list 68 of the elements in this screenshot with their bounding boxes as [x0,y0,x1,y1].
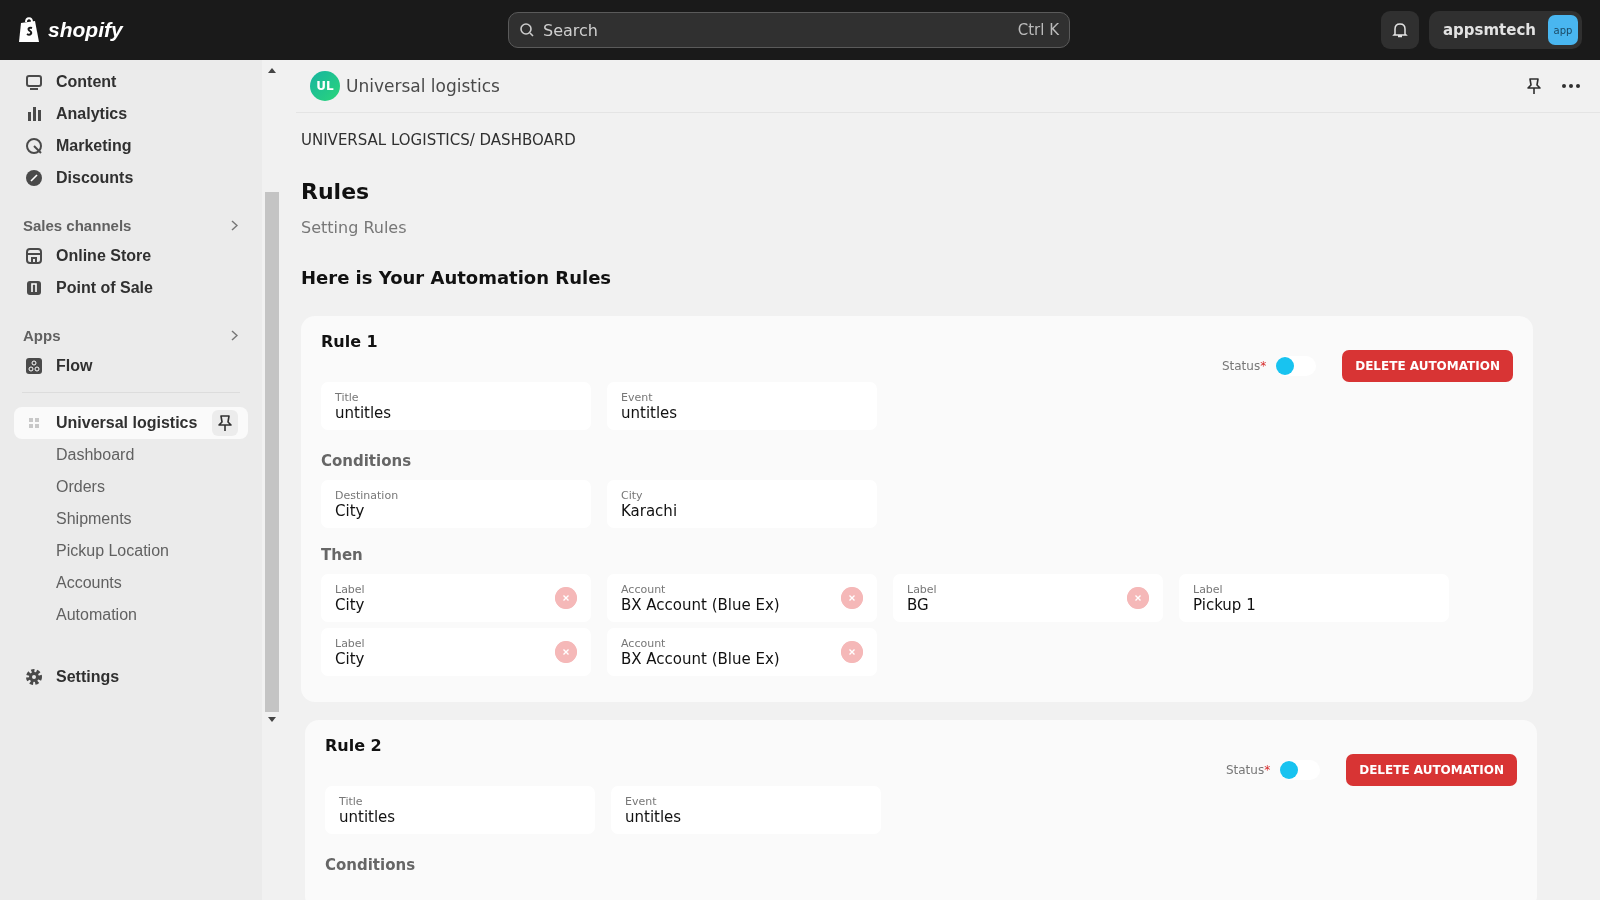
sidebar-subitem[interactable]: Shipments [14,503,248,535]
input-field[interactable]: City Karachi [607,480,877,528]
sidebar-item[interactable]: Content [14,66,248,98]
input-field[interactable]: Account BX Account (Blue Ex) [607,574,877,622]
section-heading: Sales channels [23,216,132,234]
chevron-icon[interactable] [231,219,238,231]
scroll-up-icon[interactable] [267,66,277,74]
shortcut-hint: Ctrl K [1017,21,1059,39]
status-toggle[interactable] [1280,760,1321,780]
pin-icon[interactable] [1526,77,1542,95]
app-title: Universal logistics [346,76,500,96]
status-label: Status* [1221,359,1267,373]
sidebar-item[interactable]: Discounts [14,162,248,194]
search-bar[interactable]: Search Ctrl K [508,12,1070,48]
section-heading: Apps [23,326,61,344]
rule-title: Rule 1 [321,332,378,351]
group-heading: Conditions [325,856,417,874]
pin-icon[interactable] [217,414,233,432]
sidebar-item[interactable]: Point of Sale [14,272,248,304]
group-heading: Conditions [321,452,413,470]
app-name: Universal logistics [56,414,198,432]
notifications-button[interactable] [1380,11,1419,49]
section-title: Here is Your Automation Rules [301,267,613,288]
input-field[interactable]: Label City [321,628,591,676]
input-field[interactable]: Event untitles [611,786,881,834]
bell-icon [1390,21,1409,39]
input-field[interactable]: Event untitles [607,382,877,430]
status-toggle[interactable] [1276,356,1317,376]
app-avatar: UL [310,71,340,101]
sidebar-subitem[interactable]: Accounts [14,567,248,599]
sidebar-subitem[interactable]: Orders [14,471,248,503]
search-field[interactable]: Search [543,20,1010,40]
scroll-down-icon[interactable] [267,716,277,724]
sidebar-item[interactable]: Flow [14,350,248,382]
status-label: Status* [1225,763,1271,777]
input-field[interactable]: Label BG [893,574,1163,622]
logo-text: shopify [48,18,123,42]
input-field[interactable]: Title untitles [321,382,591,430]
settings-icon [24,667,44,687]
sidebar-subitem[interactable]: Dashboard [14,439,248,471]
sidebar-subitem[interactable]: Pickup Location [14,535,248,567]
input-field[interactable]: Label City [321,574,591,622]
group-heading: Then [321,546,364,564]
monitor-icon [24,72,44,92]
delete-automation-button[interactable]: DELETE AUTOMATION [1342,350,1513,382]
delete-automation-button[interactable]: DELETE AUTOMATION [1346,754,1517,786]
sidebar-item[interactable]: Analytics [14,98,248,130]
breadcrumb: UNIVERSAL LOGISTICS/ DASHBOARD [301,131,577,149]
sidebar-item[interactable]: Marketing [14,130,248,162]
input-field[interactable]: Account BX Account (Blue Ex) [607,628,877,676]
shopping-bag-icon [18,16,42,44]
sidebar-subitem[interactable]: Automation [14,599,248,631]
more-icon[interactable] [1562,84,1580,88]
input-field[interactable]: Destination City [321,480,591,528]
sidebar-item[interactable]: Settings [14,661,248,693]
store-icon [24,246,44,266]
search-icon [519,22,535,38]
flow-icon [24,356,44,376]
input-field[interactable]: Label Pickup 1 [1179,574,1449,622]
chevron-icon[interactable] [231,329,238,341]
input-field[interactable]: Title untitles [325,786,595,834]
scrollbar-thumb[interactable] [265,192,279,712]
rule-title: Rule 2 [325,736,382,755]
sidebar-item[interactable]: Universal logistics [14,407,248,439]
page-title: Rules [301,179,371,204]
account-menu[interactable]: appsmtech app [1428,11,1582,49]
sidebar-item[interactable]: Online Store [14,240,248,272]
page-subtitle: Setting Rules [301,218,408,237]
